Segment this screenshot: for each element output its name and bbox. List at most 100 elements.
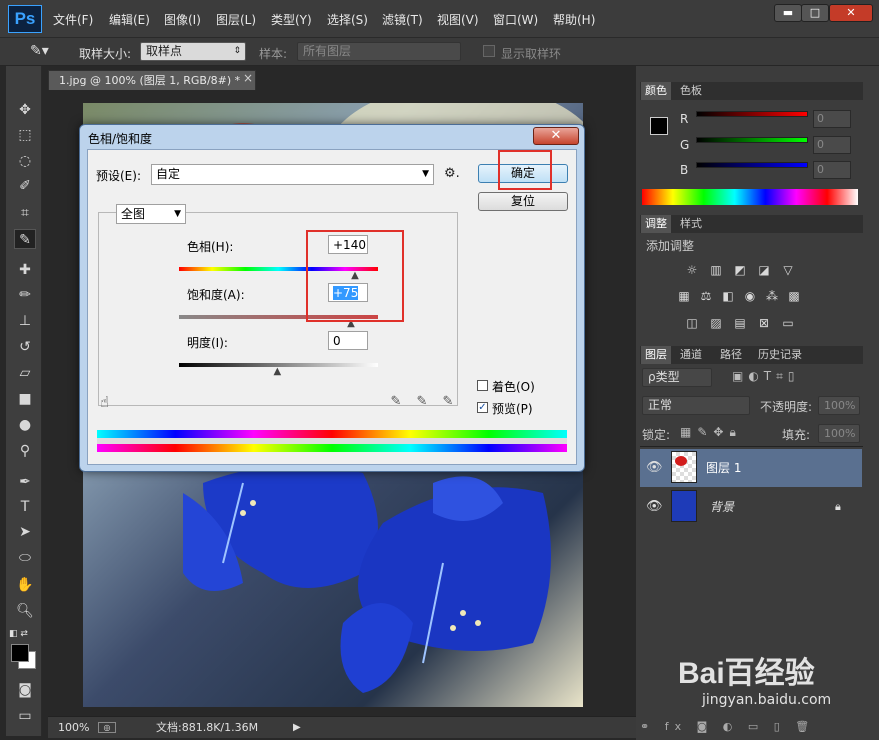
dodge-tool-icon[interactable]: ⚲ bbox=[14, 441, 36, 461]
path-select-icon[interactable]: ➤ bbox=[14, 522, 36, 542]
document-tab[interactable]: 1.jpg @ 100% (图层 1, RGB/8#) * bbox=[48, 70, 256, 90]
channel-select[interactable]: 全图 ▼ bbox=[116, 204, 186, 224]
screen-mode-icon[interactable]: ▭ bbox=[14, 706, 36, 726]
stamp-tool-icon[interactable]: ⊥ bbox=[14, 311, 36, 331]
quick-select-tool-icon[interactable]: ✐ bbox=[14, 176, 36, 196]
type-tool-icon[interactable]: T bbox=[14, 497, 36, 517]
g-slider[interactable] bbox=[696, 137, 808, 143]
menu-type[interactable]: 类型(Y) bbox=[271, 11, 312, 28]
targeted-adjust-hand-icon[interactable]: ☝ bbox=[100, 393, 109, 411]
crop-tool-icon[interactable]: ⌗ bbox=[14, 203, 36, 223]
zoom-level[interactable]: 100% bbox=[58, 717, 89, 739]
filter-icons[interactable]: ▣◐T⌗▯ bbox=[732, 369, 800, 384]
lightness-slider-thumb[interactable]: ▲ bbox=[274, 366, 282, 377]
eyedropper-icon[interactable]: ✎ bbox=[389, 394, 403, 410]
visibility-eye-icon[interactable]: 👁︎ bbox=[646, 488, 663, 526]
layer1-name[interactable]: 图层 1 bbox=[706, 449, 741, 487]
vibrance-icon[interactable]: ▽ bbox=[780, 263, 796, 277]
menu-view[interactable]: 视图(V) bbox=[437, 11, 479, 28]
r-slider[interactable] bbox=[696, 111, 808, 117]
eyedropper-tool-icon[interactable]: ✎ bbox=[14, 229, 36, 249]
blur-tool-icon[interactable]: ● bbox=[14, 415, 36, 435]
invert-icon[interactable]: ◫ bbox=[684, 316, 700, 330]
tab-swatches[interactable]: 色板 bbox=[676, 82, 706, 100]
move-tool-icon[interactable]: ✥ bbox=[14, 100, 36, 120]
lightness-input[interactable]: 0 bbox=[328, 331, 368, 350]
menu-select[interactable]: 选择(S) bbox=[327, 11, 368, 28]
menu-filter[interactable]: 滤镜(T) bbox=[382, 11, 423, 28]
levels-icon[interactable]: ▥ bbox=[708, 263, 724, 277]
pen-tool-icon[interactable]: ✒ bbox=[14, 472, 36, 492]
colorize-checkbox[interactable] bbox=[477, 380, 488, 391]
eyedropper-plus-icon[interactable]: ✎ bbox=[415, 394, 429, 410]
show-ring-checkbox[interactable] bbox=[483, 45, 495, 57]
brush-tool-icon[interactable]: ✏ bbox=[14, 285, 36, 305]
tab-adjustments[interactable]: 调整 bbox=[641, 215, 671, 233]
gradient-map-icon[interactable]: ▭ bbox=[780, 316, 796, 330]
brightness-icon[interactable]: ☼ bbox=[684, 263, 700, 277]
tab-paths[interactable]: 路径 bbox=[716, 346, 746, 364]
b-slider[interactable] bbox=[696, 162, 808, 168]
fill-input[interactable]: 100% bbox=[818, 424, 860, 443]
healing-tool-icon[interactable]: ✚ bbox=[14, 260, 36, 280]
color-ramp[interactable] bbox=[642, 189, 858, 205]
lasso-tool-icon[interactable]: ◌ bbox=[14, 151, 36, 171]
menu-image[interactable]: 图像(I) bbox=[164, 11, 201, 28]
preview-checkbox[interactable]: ✓ bbox=[477, 402, 488, 413]
reset-button[interactable]: 复位 bbox=[478, 192, 568, 211]
tab-styles[interactable]: 样式 bbox=[676, 215, 706, 233]
tab-channels[interactable]: 通道 bbox=[676, 346, 706, 364]
minimize-button[interactable]: ▬ bbox=[774, 4, 802, 22]
preset-options-gear-icon[interactable]: ⚙. bbox=[444, 166, 460, 181]
posterize-icon[interactable]: ▨ bbox=[708, 316, 724, 330]
eyedropper-minus-icon[interactable]: ✎ bbox=[441, 394, 455, 410]
channel-mixer-icon[interactable]: ⁂ bbox=[764, 289, 780, 303]
r-value[interactable]: 0 bbox=[813, 110, 851, 128]
fg-color-box[interactable] bbox=[650, 117, 668, 135]
bw-icon[interactable]: ◧ bbox=[720, 289, 736, 303]
curves-icon[interactable]: ◩ bbox=[732, 263, 748, 277]
b-value[interactable]: 0 bbox=[813, 161, 851, 179]
ellipse-tool-icon[interactable]: ⬭ bbox=[14, 548, 36, 568]
history-brush-icon[interactable]: ↺ bbox=[14, 337, 36, 357]
menu-file[interactable]: 文件(F) bbox=[53, 11, 93, 28]
quick-mask-icon[interactable]: ◙ bbox=[14, 680, 36, 700]
layers-footer-icons[interactable]: ⚭ fx ◙ ◐ ▭ ▯ 🗑︎ bbox=[640, 720, 815, 733]
foreground-color-swatch[interactable] bbox=[11, 644, 29, 662]
tab-color[interactable]: 颜色 bbox=[641, 82, 671, 100]
hand-tool-icon[interactable]: ✋ bbox=[14, 575, 36, 595]
g-value[interactable]: 0 bbox=[813, 136, 851, 154]
menu-window[interactable]: 窗口(W) bbox=[493, 11, 538, 28]
status-icon[interactable]: ◎ bbox=[98, 722, 116, 733]
lock-icons[interactable]: ▦✎✥🔒︎ bbox=[680, 425, 742, 440]
maximize-button[interactable]: □ bbox=[801, 4, 829, 22]
color-balance-icon[interactable]: ⚖ bbox=[698, 289, 714, 303]
blend-mode-select[interactable]: 正常 bbox=[642, 396, 750, 415]
tab-history[interactable]: 历史记录 bbox=[754, 346, 806, 364]
default-colors-icon[interactable]: ◧ ⇄ bbox=[9, 629, 28, 639]
sample-select[interactable]: 所有图层 bbox=[297, 42, 461, 61]
menu-edit[interactable]: 编辑(E) bbox=[109, 11, 150, 28]
hue-sat-icon[interactable]: ▦ bbox=[676, 289, 692, 303]
gradient-tool-icon[interactable]: ■ bbox=[14, 389, 36, 409]
preset-select[interactable]: 自定 ▼ bbox=[151, 164, 434, 185]
color-lookup-icon[interactable]: ▩ bbox=[786, 289, 802, 303]
photo-filter-icon[interactable]: ◉ bbox=[742, 289, 758, 303]
layer-row-background[interactable]: 👁︎ 背景 🔒︎ bbox=[640, 488, 862, 526]
layer-row-layer1[interactable]: 👁︎ 图层 1 bbox=[640, 449, 862, 487]
dialog-close-button[interactable]: ✕ bbox=[533, 127, 579, 145]
marquee-tool-icon[interactable]: ⬚ bbox=[14, 125, 36, 145]
eyedropper-icon[interactable]: ✎▾ bbox=[30, 43, 49, 59]
zoom-tool-icon[interactable]: 🔍︎ bbox=[14, 601, 36, 621]
sample-size-select[interactable]: 取样点 ⇕ bbox=[140, 42, 246, 61]
menu-help[interactable]: 帮助(H) bbox=[553, 11, 595, 28]
selective-color-icon[interactable]: ⊠ bbox=[756, 316, 772, 330]
opacity-input[interactable]: 100% bbox=[818, 396, 860, 415]
status-menu-arrow-icon[interactable]: ▶ bbox=[293, 717, 301, 739]
document-tab-close-icon[interactable]: × bbox=[243, 71, 253, 85]
close-window-button[interactable]: ✕ bbox=[829, 4, 873, 22]
tab-layers[interactable]: 图层 bbox=[641, 346, 671, 364]
layer-filter-select[interactable]: ρ类型 bbox=[642, 368, 712, 387]
exposure-icon[interactable]: ◪ bbox=[756, 263, 772, 277]
background-layer-name[interactable]: 背景 bbox=[710, 488, 734, 526]
